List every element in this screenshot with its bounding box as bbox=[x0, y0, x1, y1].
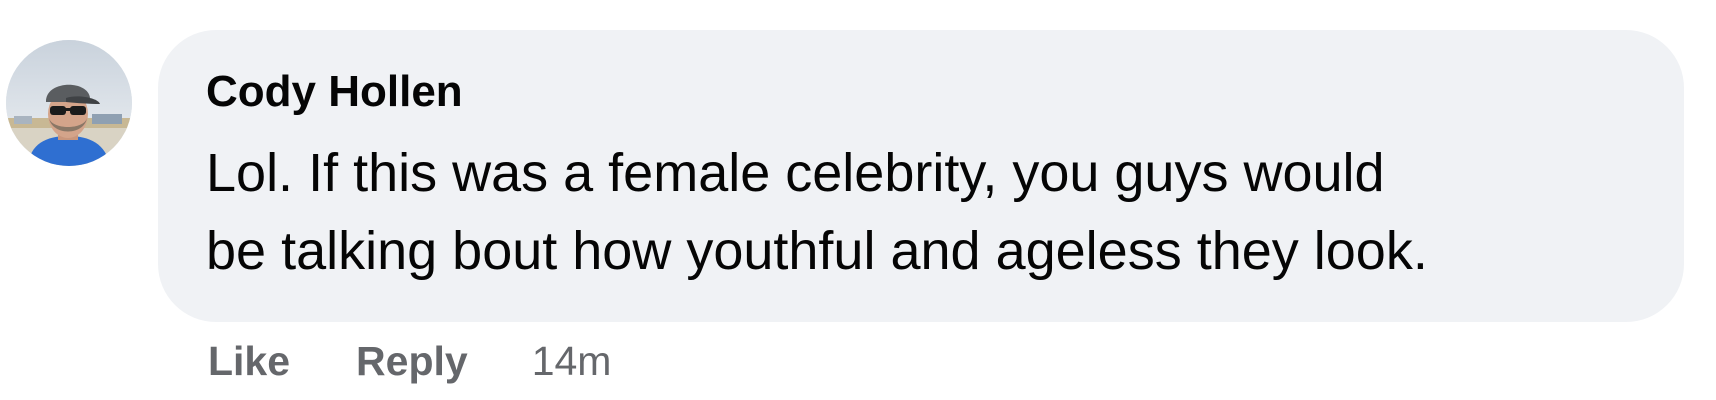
comment-actions: Like Reply 14m bbox=[208, 336, 611, 386]
comment-text-line: be talking bout how youthful and ageless… bbox=[206, 221, 1428, 281]
like-button[interactable]: Like bbox=[208, 340, 290, 382]
avatar[interactable] bbox=[6, 40, 132, 166]
comment-text: Lol. If this was a female celebrity, you… bbox=[206, 134, 1646, 290]
reply-button[interactable]: Reply bbox=[356, 340, 468, 382]
comment-text-line: Lol. If this was a female celebrity, you… bbox=[206, 143, 1385, 203]
profile-photo-icon bbox=[6, 40, 132, 166]
comment-author-name[interactable]: Cody Hollen bbox=[206, 70, 463, 114]
comment-timestamp[interactable]: 14m bbox=[532, 340, 612, 382]
comment-container: Cody Hollen Lol. If this was a female ce… bbox=[0, 0, 1716, 400]
comment-bubble: Cody Hollen Lol. If this was a female ce… bbox=[158, 30, 1684, 322]
